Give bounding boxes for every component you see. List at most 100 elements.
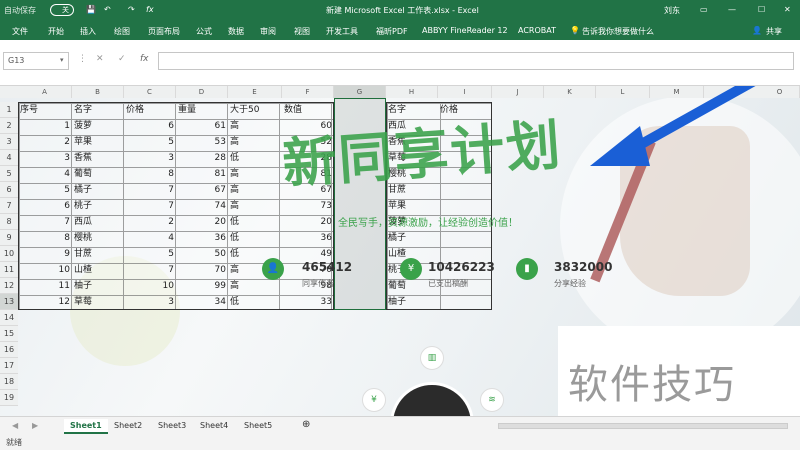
- row-header-item[interactable]: 7: [0, 198, 18, 214]
- table-cell[interactable]: 香蕉: [72, 150, 124, 166]
- table-cell[interactable]: 樱桃: [72, 230, 124, 246]
- row-header-item[interactable]: 11: [0, 262, 18, 278]
- table-cell[interactable]: 70: [176, 262, 228, 278]
- row-header-item[interactable]: 4: [0, 150, 18, 166]
- row-header-item[interactable]: 6: [0, 182, 18, 198]
- sheet-tab-2[interactable]: Sheet2: [108, 419, 148, 432]
- redo-icon[interactable]: ↷: [128, 5, 135, 14]
- next-sheet-icon[interactable]: ▶: [26, 419, 44, 432]
- tab-insert[interactable]: 插入: [80, 26, 96, 37]
- table-cell[interactable]: 20: [282, 214, 334, 230]
- table-cell[interactable]: 桃子: [72, 198, 124, 214]
- row-header-item[interactable]: 1: [0, 102, 18, 118]
- prev-sheet-icon[interactable]: ◀: [6, 419, 24, 432]
- table-cell[interactable]: 草莓: [72, 294, 124, 310]
- horizontal-scrollbar[interactable]: [498, 423, 788, 429]
- tab-file[interactable]: 文件: [12, 26, 28, 37]
- enter-icon[interactable]: ✓: [118, 54, 126, 64]
- user-name[interactable]: 刘东: [664, 5, 680, 16]
- table-cell[interactable]: 2: [124, 214, 176, 230]
- table-cell[interactable]: 10: [124, 278, 176, 294]
- sheet-tab-1[interactable]: Sheet1: [64, 419, 108, 434]
- table-cell[interactable]: 高: [228, 182, 282, 198]
- table-cell[interactable]: 7: [124, 198, 176, 214]
- share-icon[interactable]: 👤: [752, 26, 762, 35]
- table-cell[interactable]: 8: [18, 230, 72, 246]
- table-cell[interactable]: 3: [124, 294, 176, 310]
- ribbon-options-icon[interactable]: ▭: [700, 5, 708, 14]
- table-cell[interactable]: 低: [228, 214, 282, 230]
- sheet-tab-5[interactable]: Sheet5: [238, 419, 278, 432]
- table-cell[interactable]: 33: [282, 294, 334, 310]
- table-cell[interactable]: 苹果: [72, 134, 124, 150]
- row-header-item[interactable]: 13: [0, 294, 18, 310]
- name-box-dropdown-icon[interactable]: ▾: [60, 56, 64, 64]
- table-cell[interactable]: 高: [228, 118, 282, 134]
- tab-home[interactable]: 开始: [48, 26, 64, 37]
- table-cell[interactable]: 7: [124, 182, 176, 198]
- autosave-toggle[interactable]: 关: [50, 4, 74, 16]
- table-cell[interactable]: 20: [176, 214, 228, 230]
- table-cell[interactable]: 81: [176, 166, 228, 182]
- tab-abbyy[interactable]: ABBYY FineReader 12: [422, 26, 508, 35]
- row-header-item[interactable]: 19: [0, 390, 18, 406]
- table-cell[interactable]: 西瓜: [72, 214, 124, 230]
- table-cell[interactable]: 7: [124, 262, 176, 278]
- header-cell[interactable]: 名字: [72, 102, 124, 118]
- table-cell[interactable]: 高: [228, 134, 282, 150]
- worksheet-grid[interactable]: A B C D E F G H I J K L M O 1 2 3 4 5 6 …: [0, 86, 800, 416]
- tab-foxit-pdf[interactable]: 福昕PDF: [376, 26, 408, 37]
- column-header-c[interactable]: C: [124, 86, 176, 98]
- column-header-e[interactable]: E: [228, 86, 282, 98]
- table-cell[interactable]: 5: [124, 134, 176, 150]
- table-cell[interactable]: 99: [176, 278, 228, 294]
- row-header-item[interactable]: 9: [0, 230, 18, 246]
- table-cell[interactable]: 74: [176, 198, 228, 214]
- table-cell[interactable]: 7: [18, 214, 72, 230]
- table-cell[interactable]: 36: [176, 230, 228, 246]
- column-header-b[interactable]: B: [72, 86, 124, 98]
- table-cell[interactable]: 3: [124, 150, 176, 166]
- table-cell[interactable]: 甘蔗: [72, 246, 124, 262]
- table-cell[interactable]: 6: [18, 198, 72, 214]
- undo-icon[interactable]: ↶: [104, 5, 111, 14]
- table-cell[interactable]: 8: [124, 166, 176, 182]
- row-header-item[interactable]: 18: [0, 374, 18, 390]
- table-cell[interactable]: 2: [18, 134, 72, 150]
- row-header-item[interactable]: 14: [0, 310, 18, 326]
- maximize-icon[interactable]: ☐: [758, 5, 765, 14]
- table-cell[interactable]: 36: [282, 230, 334, 246]
- table-cell[interactable]: 山楂: [72, 262, 124, 278]
- table-cell[interactable]: 菠萝: [72, 118, 124, 134]
- column-header-j[interactable]: J: [492, 86, 544, 98]
- table-cell[interactable]: 53: [176, 134, 228, 150]
- tab-developer[interactable]: 开发工具: [326, 26, 358, 37]
- table-cell[interactable]: 5: [124, 246, 176, 262]
- minimize-icon[interactable]: —: [728, 5, 736, 14]
- tab-view[interactable]: 视图: [294, 26, 310, 37]
- table-cell[interactable]: 4: [18, 166, 72, 182]
- function-icon[interactable]: fx: [146, 5, 154, 14]
- table-cell[interactable]: 葡萄: [72, 166, 124, 182]
- table-cell[interactable]: 61: [176, 118, 228, 134]
- sheet-tab-3[interactable]: Sheet3: [152, 419, 192, 432]
- sheet-tab-4[interactable]: Sheet4: [194, 419, 234, 432]
- table-cell[interactable]: 低: [228, 150, 282, 166]
- table-cell[interactable]: 低: [228, 294, 282, 310]
- table-cell[interactable]: 低: [228, 230, 282, 246]
- table-cell[interactable]: 高: [228, 278, 282, 294]
- tab-acrobat[interactable]: ACROBAT: [518, 26, 556, 35]
- table-cell[interactable]: 高: [228, 198, 282, 214]
- row-header-item[interactable]: 15: [0, 326, 18, 342]
- close-icon[interactable]: ✕: [784, 5, 791, 14]
- header-cell[interactable]: 价格: [124, 102, 176, 118]
- formula-input[interactable]: [158, 52, 794, 70]
- table-cell[interactable]: 34: [176, 294, 228, 310]
- table-cell[interactable]: 橘子: [386, 230, 438, 246]
- table-cell[interactable]: 5: [18, 182, 72, 198]
- table-cell[interactable]: 11: [18, 278, 72, 294]
- table-cell[interactable]: 4: [124, 230, 176, 246]
- table-cell[interactable]: 73: [282, 198, 334, 214]
- header-cell[interactable]: 序号: [18, 102, 72, 118]
- add-sheet-icon[interactable]: ⊕: [296, 417, 316, 432]
